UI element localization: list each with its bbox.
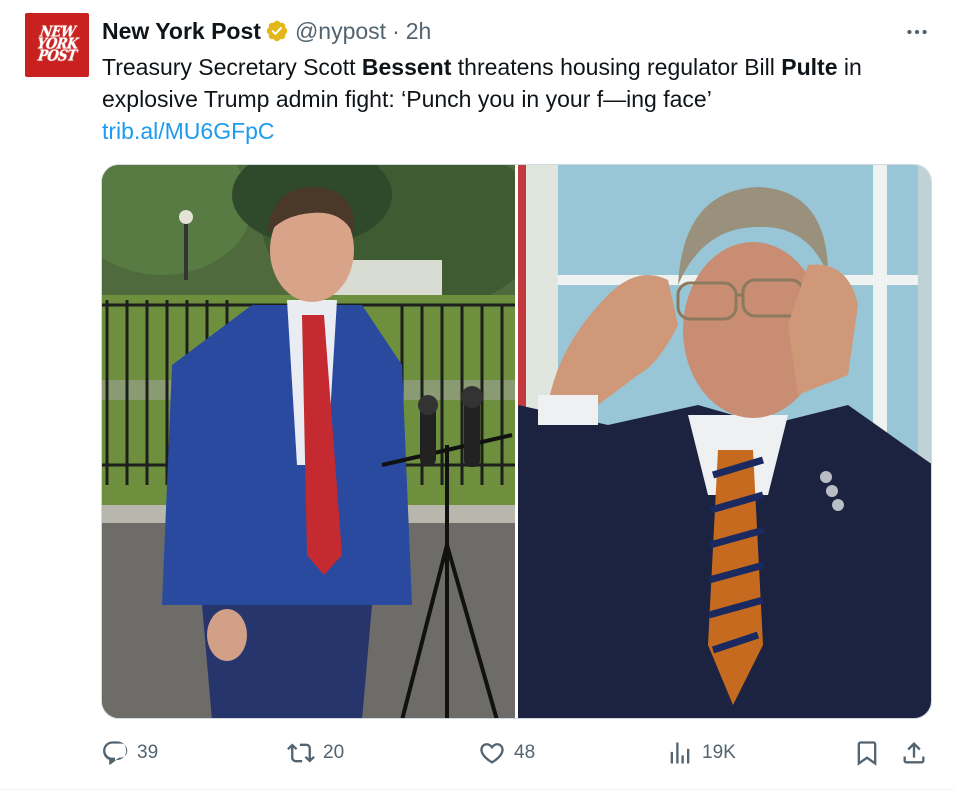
tweet-text-bold-segment: Bessent [361, 54, 452, 80]
tweet-text-segment: Treasury Secretary Scott [102, 54, 362, 80]
bookmark-icon [857, 741, 877, 766]
tweet-text-segment: threatens housing regulator Bill [451, 54, 782, 80]
author-handle[interactable]: @nypost [295, 18, 386, 45]
reply-icon [103, 741, 128, 765]
timestamp[interactable]: 2h [406, 18, 432, 45]
share-icon [903, 742, 925, 764]
tweet-header: New York Post @nypost · 2h [102, 16, 431, 46]
divider [0, 789, 954, 790]
like-count: 48 [514, 742, 536, 763]
views-button[interactable]: 19K [666, 736, 736, 770]
repost-icon [287, 743, 315, 763]
tweet-link[interactable]: trib.al/MU6GFpC [102, 116, 275, 147]
share-button[interactable] [900, 736, 936, 770]
photo-right[interactable] [518, 165, 931, 718]
repost-button[interactable]: 20 [287, 736, 344, 770]
tweet-text-bold-segment: Pulte [781, 54, 838, 80]
tweet-text: Treasury Secretary Scott Bessent threate… [102, 52, 932, 115]
heart-icon [480, 743, 504, 764]
tweet-media[interactable] [101, 164, 932, 719]
more-options-icon[interactable] [900, 18, 934, 46]
reply-count: 39 [137, 742, 159, 763]
views-count: 19K [702, 742, 736, 763]
repost-count: 20 [323, 742, 345, 763]
avatar-text-line-3: POST [36, 47, 78, 66]
reply-button[interactable]: 39 [101, 736, 158, 770]
bookmark-button[interactable] [853, 736, 889, 770]
views-icon [670, 742, 690, 764]
author-name[interactable]: New York Post [102, 18, 261, 45]
like-button[interactable]: 48 [478, 736, 535, 770]
separator-dot: · [392, 17, 400, 44]
tweet-actions: 39 20 48 19K [0, 736, 954, 770]
gold-verified-badge-icon[interactable] [265, 19, 289, 43]
avatar[interactable]: NEW YORK POST [25, 13, 89, 77]
photo-left[interactable] [102, 165, 515, 718]
